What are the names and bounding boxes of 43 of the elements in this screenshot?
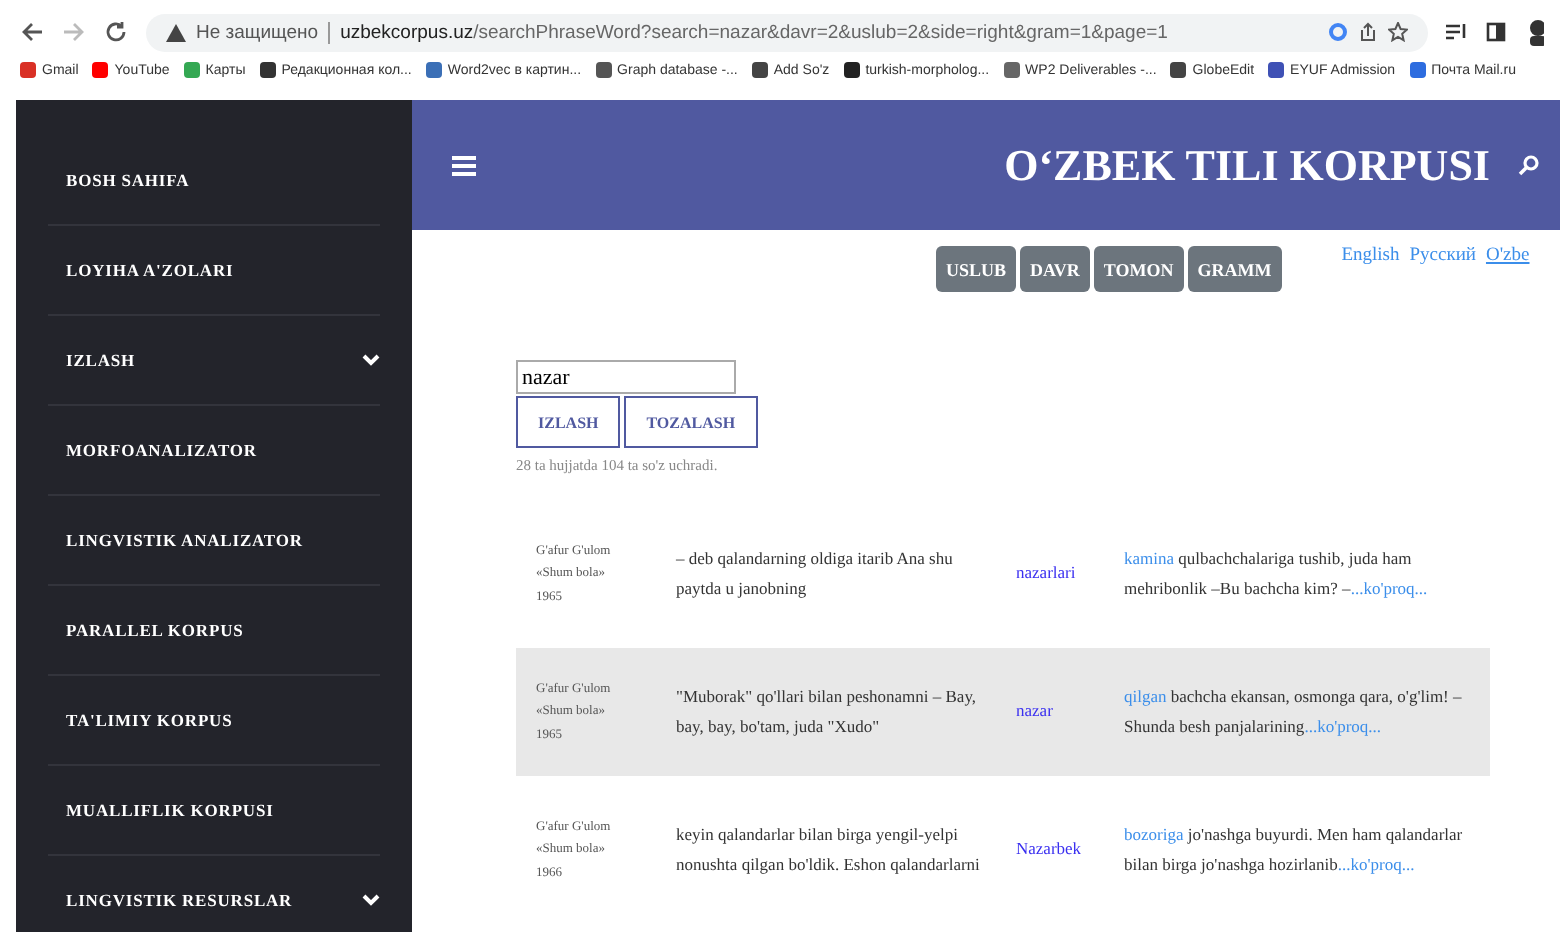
back-icon[interactable] <box>20 20 44 44</box>
star-icon[interactable] <box>1388 22 1408 42</box>
sidebar-item[interactable]: TA'LIMIY KORPUS <box>48 676 380 766</box>
left-context: "Muborak" qo'llari bilan peshonamni – Bay, bay, bay, bo'tam, juda "Xudo" <box>676 683 979 740</box>
sidebar-item[interactable]: BOSH SAHIFA <box>48 136 380 226</box>
keyword-link[interactable]: Nazarbek <box>1016 838 1082 859</box>
sidebar-item[interactable]: MUALLIFLIK KORPUSI <box>48 766 380 856</box>
sidebar-item[interactable]: LINGVISTIK ANALIZATOR <box>48 496 380 586</box>
security-label: Не защищено <box>196 21 319 43</box>
filter-button[interactable]: TOMON <box>1093 246 1184 292</box>
share-icon[interactable] <box>1358 22 1378 42</box>
sidebar-item[interactable]: LOYIHA A'ZOLARI <box>48 226 380 316</box>
sidepanel-icon[interactable] <box>1486 22 1506 42</box>
site-title: O‘ZBEK TILI KORPUSI <box>1004 139 1490 191</box>
url-path: /searchPhraseWord?search=nazar&davr=2&uslub=2&side=right&gram=1&page=1 <box>473 21 1168 43</box>
right-context: qilgan bachcha ekansan, osmonga qara, o'g'lim! – Shunda besh panjalarining...ko'proq... <box>1124 683 1464 740</box>
right-context: bozoriga jo'nashga buyurdi. Men ham qalandarlar bilan birga jo'nashga hozirlanib...ko'proq... <box>1124 821 1465 878</box>
filter-button[interactable]: GRAMM <box>1187 246 1282 292</box>
right-context: kamina qulbachchalariga tushib, juda ham mehribonlik –Bu bachcha kim? –...ko'proq... <box>1124 545 1430 602</box>
filter-button[interactable]: USLUB <box>936 246 1017 292</box>
sidebar-item[interactable]: PARALLEL KORPUS <box>48 586 380 676</box>
sidebar-item[interactable]: LINGVISTIK RESURSLAR <box>48 856 380 932</box>
queue-icon[interactable] <box>1446 22 1468 42</box>
chevron-down-icon <box>362 354 380 366</box>
left-context: – deb qalandarning oldiga itarib Ana shu paytda u janobning <box>676 545 955 602</box>
url-host: uzbekcorpus.uz <box>340 21 474 43</box>
google-icon[interactable] <box>1328 22 1348 42</box>
address-bar[interactable]: Не защищено uzbekcorpus.uz/searchPhraseWord?search=nazar&davr=2&uslub=2&side=right&gram=1&page=1 <box>146 13 1428 51</box>
search-icon[interactable] <box>1518 154 1540 176</box>
left-context: keyin qalandarlar bilan birga yengil-yelpi nonushta qilgan bo'ldik. Eshon qalandarlarni <box>676 821 982 878</box>
keyword-link[interactable]: nazar <box>1016 700 1053 721</box>
search-button[interactable]: TOZALASH <box>624 396 758 448</box>
avatar-icon[interactable] <box>1524 18 1544 46</box>
search-button[interactable]: IZLASH <box>516 396 621 448</box>
chevron-down-icon <box>362 894 380 906</box>
menu-icon[interactable] <box>452 153 476 177</box>
keyword-link[interactable]: nazarlari <box>1016 562 1076 583</box>
sidebar-item[interactable]: IZLASH <box>48 316 380 406</box>
warning-icon <box>166 23 186 41</box>
sidebar-item[interactable]: MORFOANALIZATOR <box>48 406 380 496</box>
search-field[interactable]: nazar <box>516 360 736 394</box>
filter-button[interactable]: DAVR <box>1020 246 1090 292</box>
reload-icon[interactable] <box>104 20 128 44</box>
